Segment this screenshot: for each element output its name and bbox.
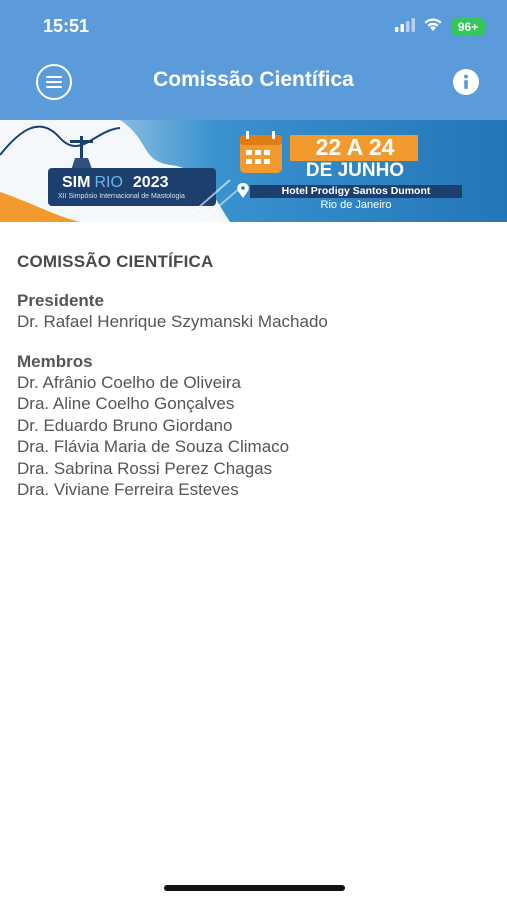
battery-icon: 96+ — [451, 18, 485, 36]
member-name: Dra. Aline Coelho Gonçalves — [17, 394, 235, 413]
header: 15:51 96+ Comissão Científica — [0, 0, 507, 120]
member-name: Dra. Flávia Maria de Souza Climaco — [17, 437, 290, 456]
member-name: Dra. Sabrina Rossi Perez Chagas — [17, 458, 273, 478]
banner-city: Rio de Janeiro — [320, 199, 392, 211]
member-name: Dr. Afrânio Coelho de Oliveira — [17, 372, 241, 392]
status-time: 15:51 — [43, 16, 90, 36]
banner-logo-subtitle: XII Simpósio Internacional de Mastologia — [58, 193, 185, 200]
status-bar: 15:51 96+ — [0, 0, 507, 52]
main-content: COMISSÃO CIENTÍFICA Presidente Dr. Rafae… — [17, 252, 487, 519]
info-icon — [464, 74, 468, 89]
calendar-icon — [240, 131, 282, 173]
status-icons: 96+ — [395, 17, 485, 37]
home-indicator[interactable] — [164, 885, 345, 891]
cellular-signal-icon — [395, 17, 415, 37]
section-title: COMISSÃO CIENTÍFICA — [17, 252, 214, 271]
members-label: Membros — [17, 351, 93, 371]
event-banner: SIM RIO 2023 XII Simpósio Internacional … — [0, 120, 507, 222]
app-screen: 15:51 96+ Comissão Científica SIM RIO 20… — [0, 0, 507, 900]
member-name: Dr. Eduardo Bruno Giordano — [17, 415, 233, 435]
member-name: Dra. Viviane Ferreira Esteves — [17, 480, 239, 499]
info-button[interactable] — [453, 69, 479, 95]
banner-logo-year: 2023 — [132, 174, 169, 191]
president-group: Presidente Dr. Rafael Henrique Szymanski… — [17, 290, 487, 333]
banner-month: DE JUNHO — [305, 160, 405, 181]
wifi-icon — [423, 17, 443, 37]
banner-dates: 22 A 24 — [315, 134, 395, 160]
banner-logo-rio: RIO — [94, 174, 123, 191]
members-group: Membros Dr. Afrânio Coelho de Oliveira D… — [17, 351, 487, 501]
president-label: Presidente — [17, 291, 104, 310]
banner-venue: Hotel Prodigy Santos Dumont — [281, 185, 431, 197]
page-title: Comissão Científica — [153, 68, 354, 91]
banner-logo-sim: SIM — [62, 174, 91, 191]
president-name: Dr. Rafael Henrique Szymanski Machado — [17, 312, 328, 331]
nav-bar: Comissão Científica — [0, 52, 507, 118]
